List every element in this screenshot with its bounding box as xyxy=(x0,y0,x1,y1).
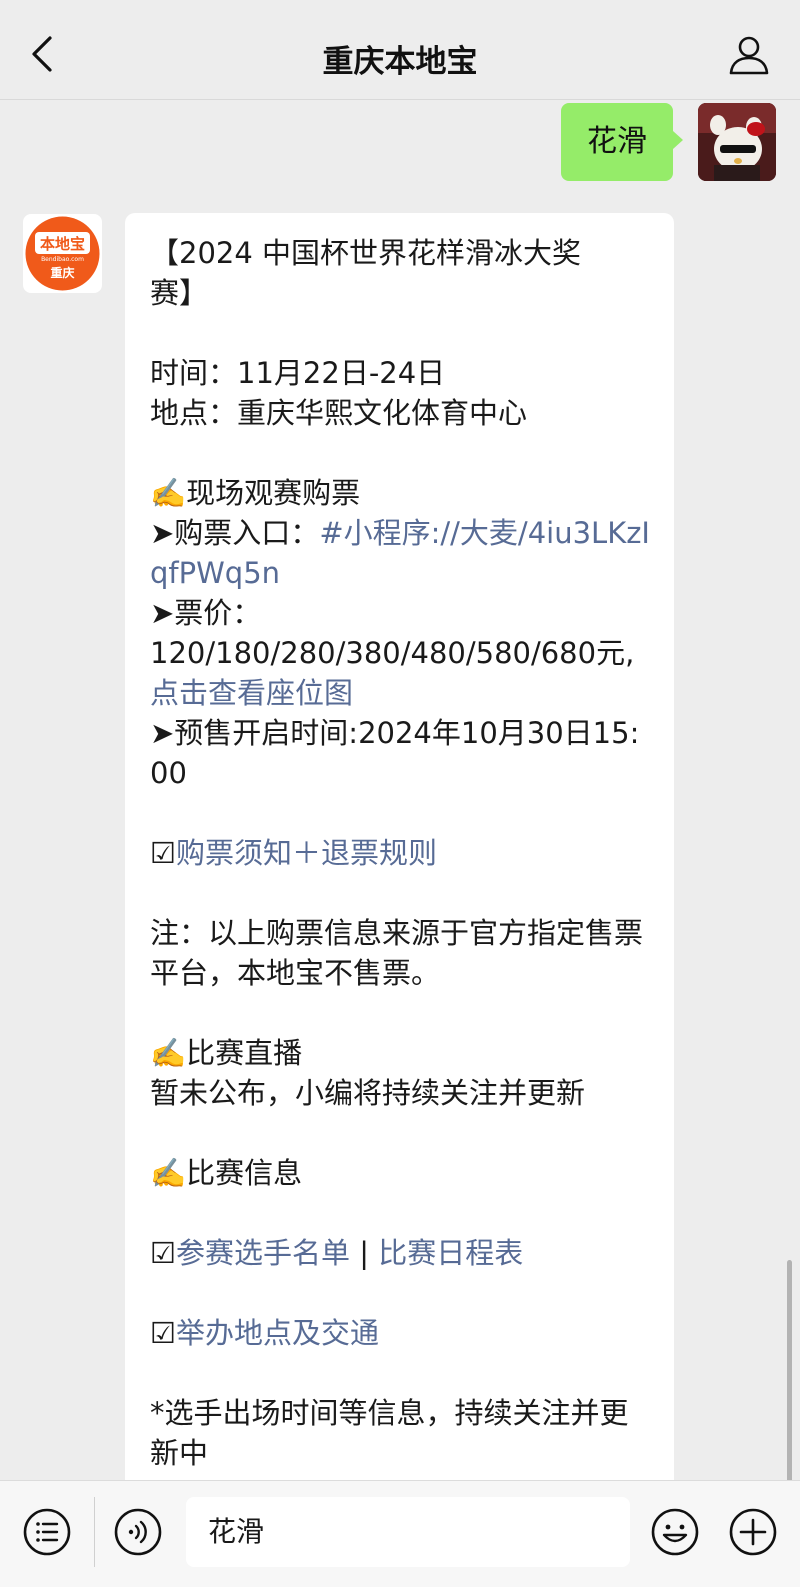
time-label: 时间： xyxy=(150,356,238,390)
ticket-entry-line: ➤购票入口：#小程序://大麦/4iu3LKzIqfPWq5n xyxy=(150,513,654,593)
account-avatar[interactable]: 本地宝 Bendibao.com 重庆 xyxy=(23,214,102,293)
place-label: 地点： xyxy=(150,396,238,430)
list-icon[interactable] xyxy=(22,1507,72,1557)
voice-icon[interactable] xyxy=(113,1507,163,1557)
ticket-entry-label: ➤购票入口： xyxy=(150,516,320,550)
logo-text-bottom: 重庆 xyxy=(50,265,74,280)
players-list-link[interactable]: 参赛选手名单 xyxy=(176,1236,350,1270)
plus-icon[interactable] xyxy=(728,1507,778,1557)
live-body: 暂未公布，小编将持续关注并更新 xyxy=(150,1076,586,1110)
account-message-bubble[interactable]: 【2024 中国杯世界花样滑冰大奖 赛】 时间：11月22日-24日 地点：重庆… xyxy=(125,213,674,1480)
venue-line: ☑举办地点及交通 xyxy=(150,1313,654,1353)
scrollbar[interactable] xyxy=(787,1260,792,1480)
logo-text-top: 本地宝 xyxy=(40,235,85,253)
checkbox-icon: ☑ xyxy=(150,1316,176,1350)
chat-area[interactable]: 花滑 本地宝 Bendibao.com 重庆 【2024 中国杯世界花样滑冰大奖… xyxy=(0,100,800,1480)
section-title-tickets: ✍️现场观赛购票 xyxy=(150,476,361,510)
time-value: 11月22日-24日 xyxy=(237,356,446,390)
person-icon[interactable] xyxy=(728,34,770,76)
smiley-icon[interactable] xyxy=(650,1507,700,1557)
user-avatar-image xyxy=(698,103,776,181)
my-avatar[interactable] xyxy=(698,103,776,181)
message-title-line: 【2024 中国杯世界花样滑冰大奖 xyxy=(150,236,582,270)
page-title: 重庆本地宝 xyxy=(322,44,478,80)
bendibao-logo-icon: 本地宝 Bendibao.com 重庆 xyxy=(25,216,100,291)
place-line: 地点：重庆华熙文化体育中心 xyxy=(150,393,654,433)
footnote-text: *选手出场时间等信息，持续关注并更新中 xyxy=(150,1396,629,1470)
message-title-line: 赛】 xyxy=(150,276,209,310)
checkbox-icon: ☑ xyxy=(150,836,176,870)
place-value: 重庆华熙文化体育中心 xyxy=(237,396,528,430)
price-line: 120/180/280/380/480/580/680元, 点击查看座位图 xyxy=(150,633,654,713)
section-title-info: ✍️比赛信息 xyxy=(150,1156,303,1190)
my-message-bubble[interactable]: 花滑 xyxy=(561,103,683,181)
price-label: ➤票价： xyxy=(150,596,262,630)
top-bar: 重庆本地宝 xyxy=(0,0,800,100)
note-text: 注：以上购票信息来源于官方指定售票平台，本地宝不售票。 xyxy=(150,916,644,990)
info-links-line: ☑参赛选手名单 | 比赛日程表 xyxy=(150,1233,654,1273)
seat-map-link[interactable]: 点击查看座位图 xyxy=(150,676,353,710)
checkbox-icon: ☑ xyxy=(150,1236,176,1270)
separator: | xyxy=(350,1236,379,1270)
notice-line: ☑购票须知＋退票规则 xyxy=(150,833,654,873)
time-line: 时间：11月22日-24日 xyxy=(150,353,654,393)
ticket-notice-link[interactable]: 购票须知＋退票规则 xyxy=(176,836,437,870)
presale-line: ➤预售开启时间:2024年10月30日15:00 xyxy=(150,716,640,790)
message-input[interactable]: 花滑 xyxy=(186,1497,630,1567)
divider xyxy=(94,1497,95,1567)
price-value: 120/180/280/380/480/580/680元, xyxy=(150,636,635,670)
section-title-live: ✍️比赛直播 xyxy=(150,1036,303,1070)
logo-text-mid: Bendibao.com xyxy=(41,256,84,263)
input-bar: 花滑 xyxy=(0,1480,800,1587)
schedule-link[interactable]: 比赛日程表 xyxy=(378,1236,523,1270)
venue-transport-link[interactable]: 举办地点及交通 xyxy=(176,1316,379,1350)
